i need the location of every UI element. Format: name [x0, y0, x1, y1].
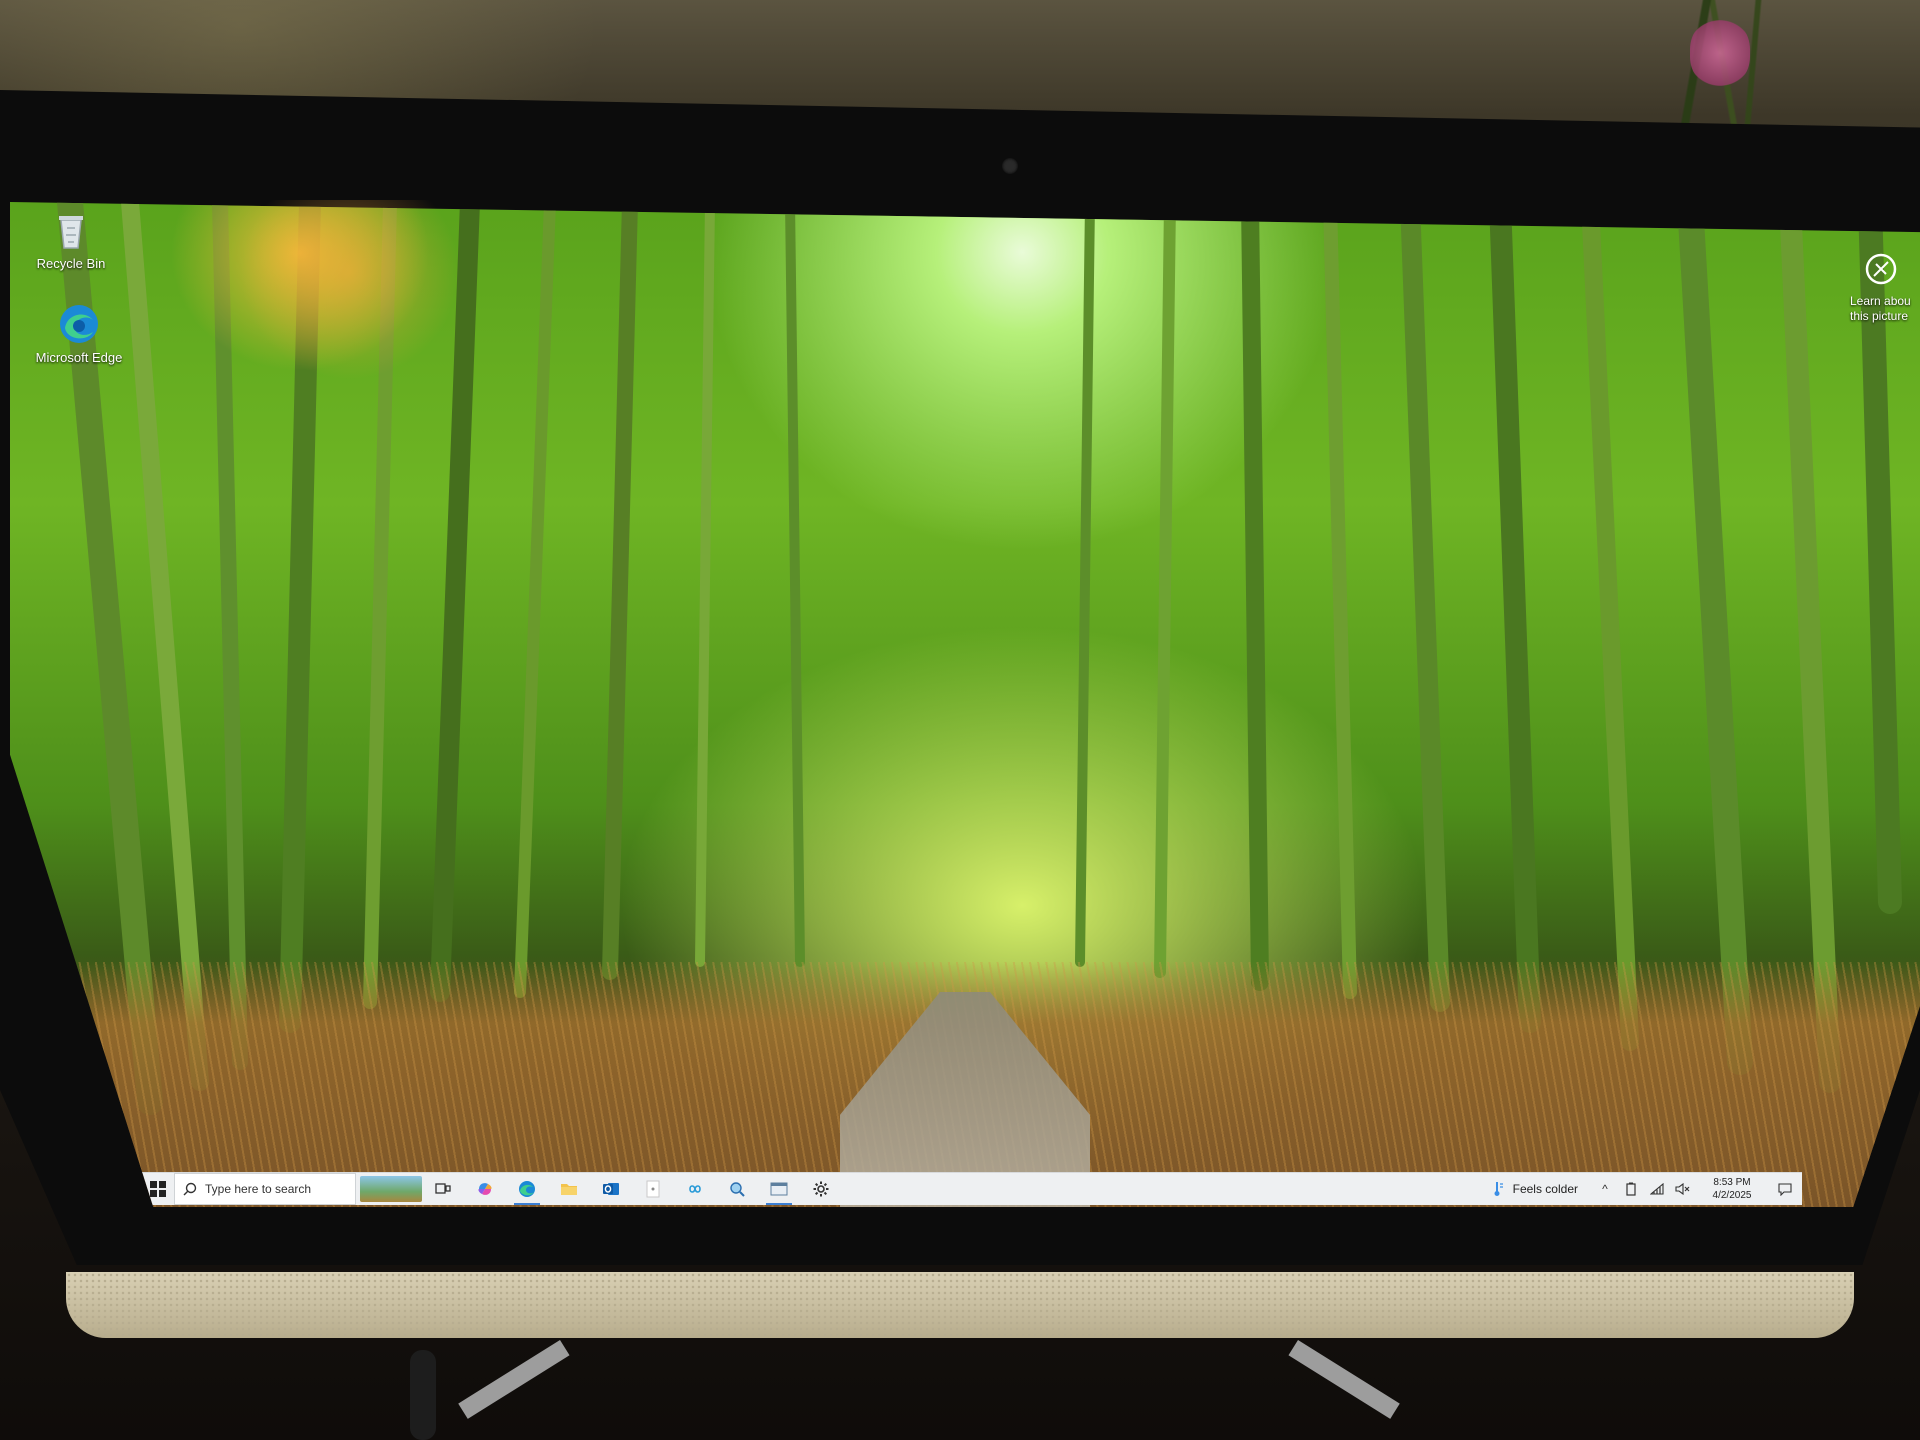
plant-flower: [1690, 18, 1750, 88]
white-app-icon: [646, 1180, 660, 1198]
magnifier-app-button[interactable]: [716, 1173, 758, 1205]
notification-button[interactable]: [1768, 1173, 1802, 1205]
edge-taskbar-button[interactable]: [506, 1173, 548, 1205]
chevron-up-icon: ^: [1602, 1182, 1608, 1196]
recycle-bin-icon: [59, 216, 83, 249]
device-icon: [1626, 1182, 1636, 1196]
settings-button[interactable]: [800, 1173, 842, 1205]
screen-glare: [240, 200, 460, 380]
learn-about-line2: this picture: [1850, 309, 1909, 323]
weather-icon: [1494, 1182, 1503, 1196]
search-highlight-image[interactable]: [360, 1176, 422, 1202]
battery-tray-button[interactable]: [1618, 1173, 1644, 1205]
outlook-icon: [603, 1183, 619, 1195]
recycle-bin-label: Recycle Bin: [36, 256, 106, 271]
clock[interactable]: 8:53 PM 4/2/2025: [1696, 1176, 1768, 1202]
webcam: [1002, 158, 1018, 174]
edge-icon: [60, 305, 98, 343]
volume-muted-icon: [1675, 1183, 1690, 1195]
learn-about-picture[interactable]: Learn abou this picture: [1850, 252, 1920, 324]
search-placeholder: Type here to search: [205, 1182, 312, 1196]
windows-logo-icon: [150, 1181, 166, 1197]
network-tray-button[interactable]: [1644, 1173, 1670, 1205]
gear-icon: [813, 1181, 829, 1197]
clock-date: 4/2/2025: [1712, 1190, 1752, 1201]
copilot-button[interactable]: [464, 1173, 506, 1205]
search-icon: [183, 1182, 197, 1196]
system-tray: ^: [1592, 1173, 1696, 1205]
edge-label: Microsoft Edge: [35, 350, 123, 365]
infinity-app-button[interactable]: [674, 1173, 716, 1205]
weather-text: Feels colder: [1512, 1182, 1578, 1196]
cable: [410, 1350, 436, 1440]
copilot-icon: [478, 1183, 492, 1195]
tray-chevron-button[interactable]: ^: [1592, 1173, 1618, 1205]
task-view-button[interactable]: [422, 1173, 464, 1205]
outlook-button[interactable]: [590, 1173, 632, 1205]
edge-shortcut[interactable]: Microsoft Edge: [34, 302, 124, 366]
folder-icon: [561, 1184, 577, 1195]
recycle-bin-shortcut[interactable]: Recycle Bin: [26, 208, 116, 272]
white-app-button[interactable]: [632, 1173, 674, 1205]
camera-lens-icon: [1865, 253, 1897, 285]
speaker-grille: [66, 1272, 1854, 1338]
magnifier-app-icon: [730, 1182, 745, 1197]
clock-time: 8:53 PM: [1713, 1177, 1751, 1188]
wifi-icon: [1650, 1183, 1664, 1195]
task-view-icon: [435, 1183, 451, 1194]
window-app-button[interactable]: [758, 1173, 800, 1205]
weather-widget[interactable]: Feels colder: [1475, 1181, 1592, 1197]
notification-icon: [1778, 1182, 1792, 1196]
infinity-icon: [689, 1185, 701, 1193]
search-box[interactable]: Type here to search: [174, 1173, 356, 1205]
edge-icon: [519, 1181, 535, 1197]
learn-about-line1: Learn abou: [1850, 294, 1911, 308]
volume-tray-button[interactable]: [1670, 1173, 1696, 1205]
file-explorer-button[interactable]: [548, 1173, 590, 1205]
window-app-icon: [770, 1182, 788, 1196]
taskbar: Type here to search Feels colder ^ 8:53 …: [142, 1172, 1802, 1205]
